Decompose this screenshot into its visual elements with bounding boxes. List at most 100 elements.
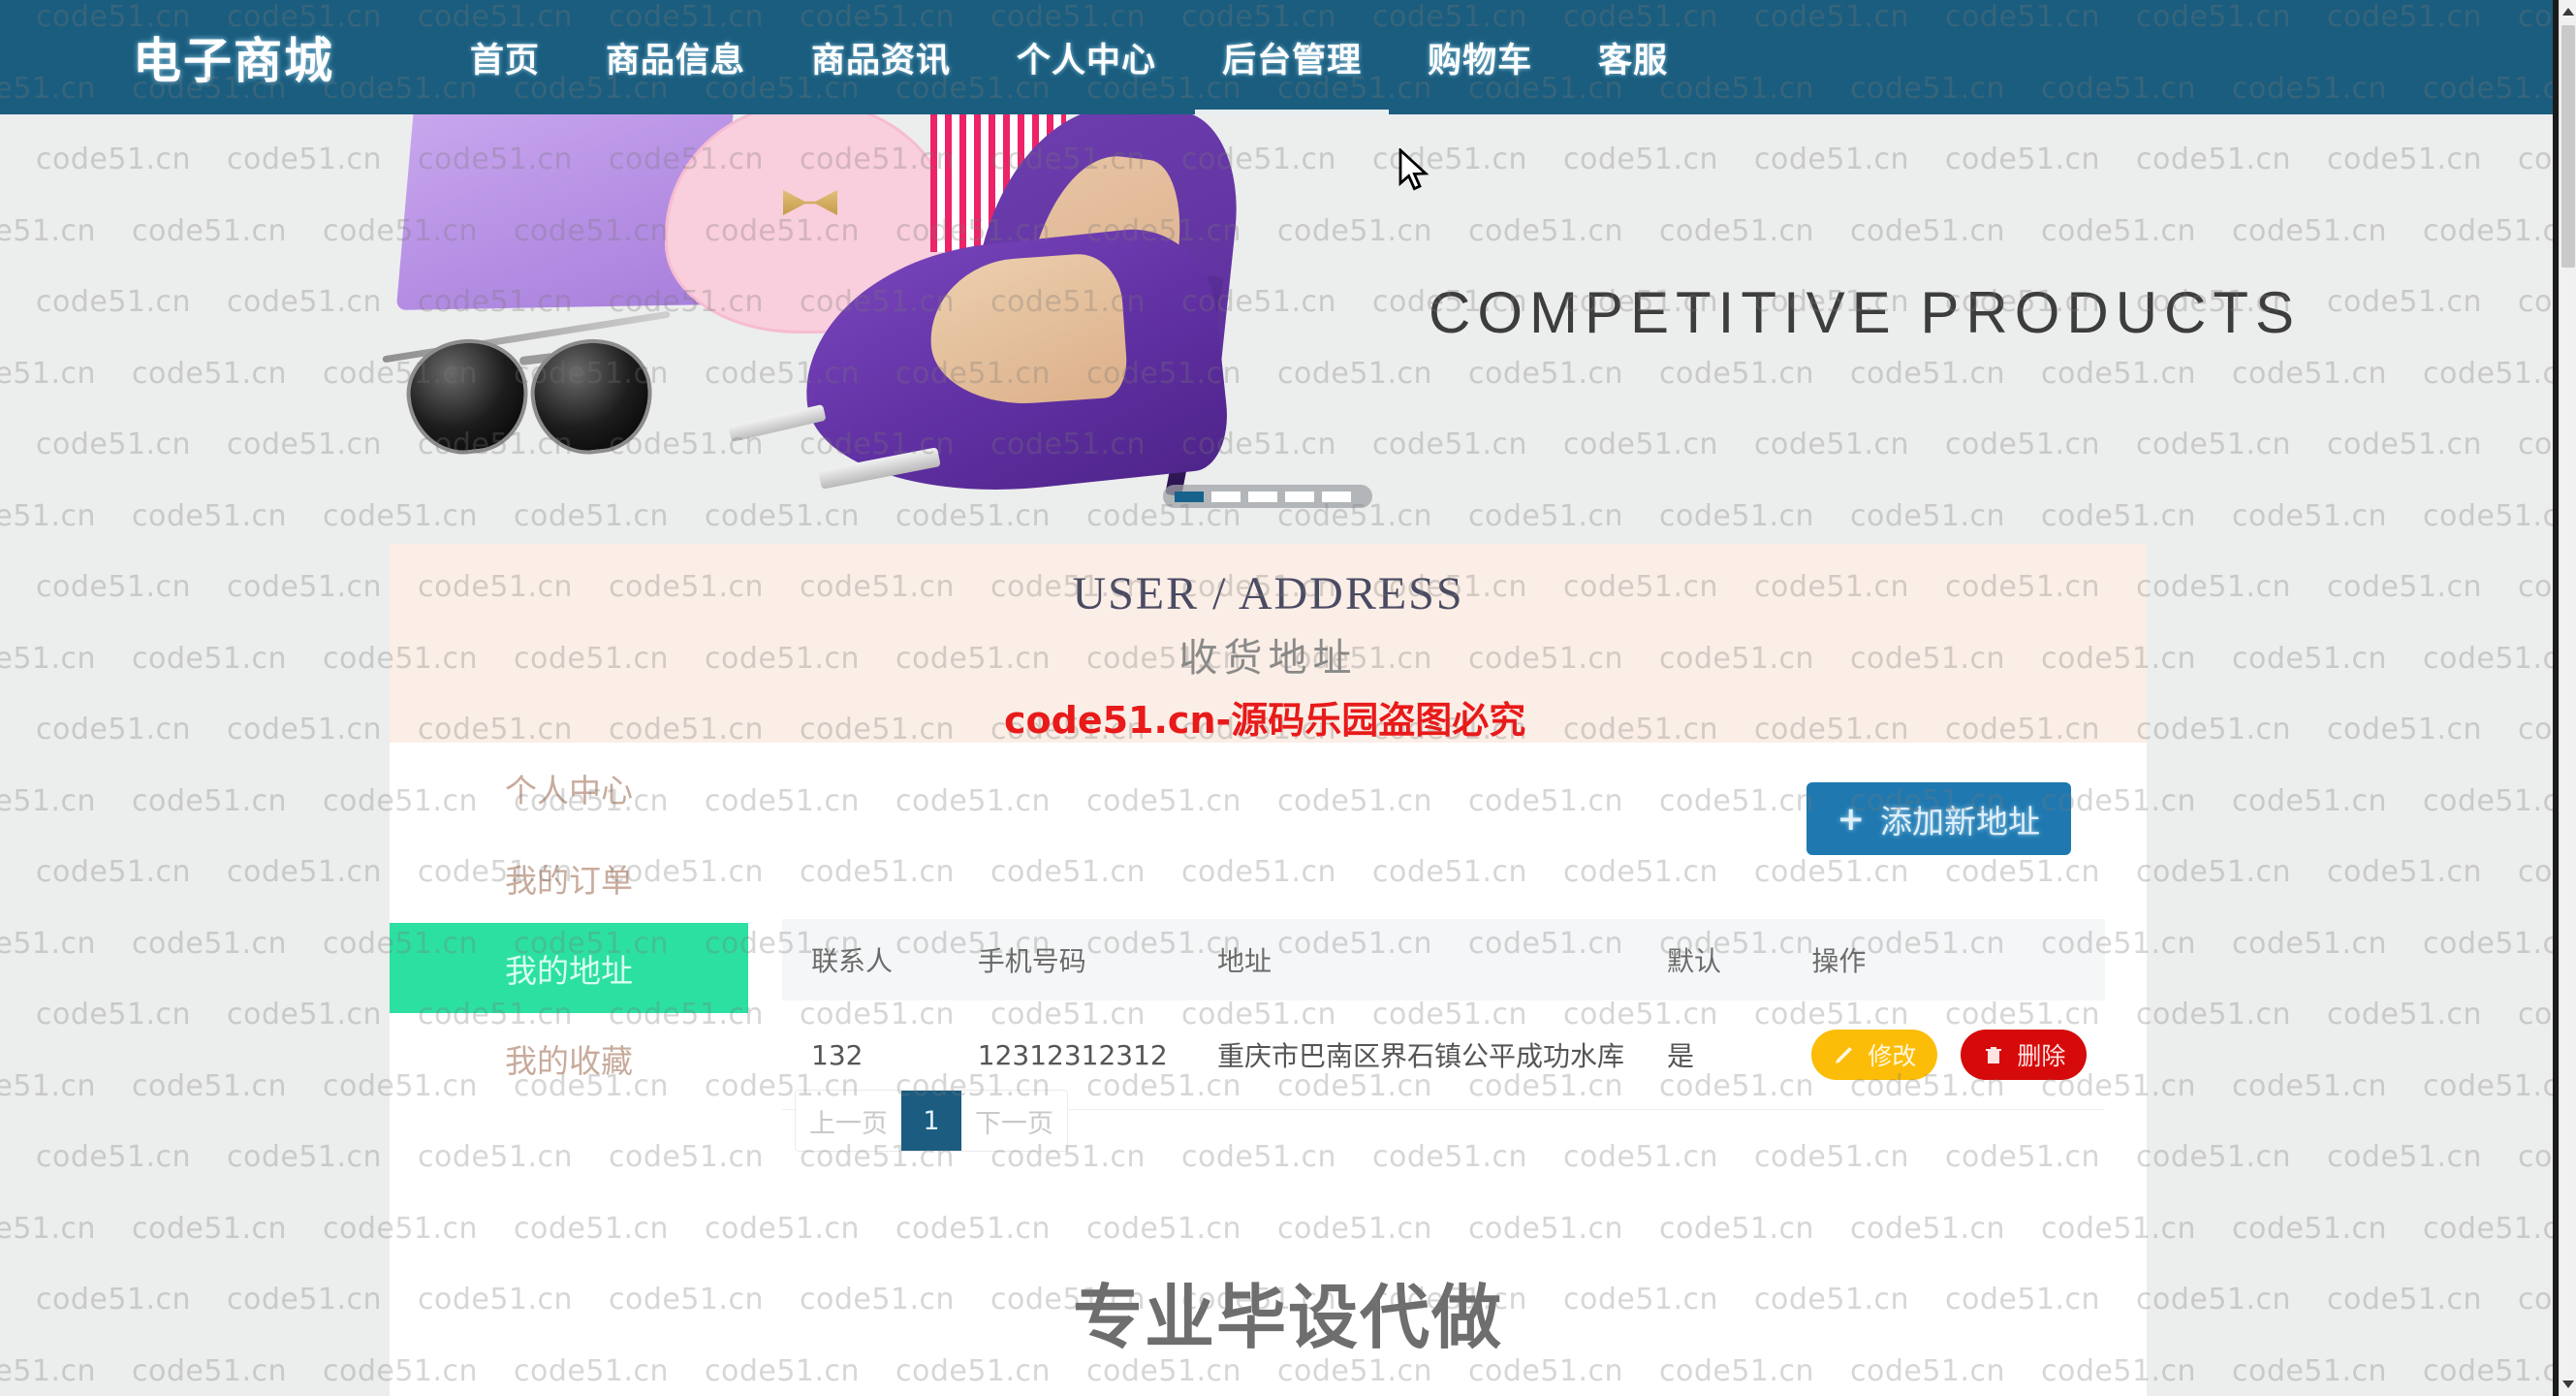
- sidebar-item-3[interactable]: 我的收藏: [390, 1013, 748, 1103]
- cell-actions: 修改 删除: [1811, 1000, 2105, 1110]
- trash-icon: [1986, 1047, 2002, 1063]
- watermark-text: code51.cn: [227, 1140, 382, 1174]
- column-header-actions: 操作: [1811, 919, 2105, 1000]
- mouse-cursor: [1398, 148, 1429, 191]
- column-header-default: 默认: [1667, 919, 1812, 1000]
- nav-item-4[interactable]: 后台管理: [1189, 0, 1395, 114]
- carousel-dot-4[interactable]: [1285, 491, 1314, 502]
- watermark-text: code51.cn: [132, 1212, 287, 1246]
- nav-item-2[interactable]: 商品资讯: [778, 0, 984, 114]
- sidebar-item-2[interactable]: 我的地址: [390, 923, 748, 1013]
- watermark-text: code51.cn: [132, 642, 287, 676]
- vertical-scrollbar[interactable]: [2559, 0, 2576, 1396]
- watermark-text: code51.cn: [2136, 713, 2291, 746]
- carousel-dot-3[interactable]: [1248, 491, 1277, 502]
- pagination-page-1[interactable]: 1: [901, 1091, 961, 1151]
- watermark-text: code51.cn: [2136, 570, 2291, 604]
- pagination[interactable]: 上一页 1 下一页: [795, 1090, 1068, 1152]
- carousel-headline: COMPETITIVE PRODUCTS: [1429, 280, 2302, 345]
- sidebar-item-label: 我的订单: [505, 861, 633, 900]
- scroll-down-arrow-icon[interactable]: [2560, 1375, 2576, 1394]
- watermark-text: code51.cn: [0, 642, 96, 676]
- watermark-text: code51.cn: [132, 1069, 287, 1103]
- carousel-indicators[interactable]: [1163, 485, 1372, 508]
- watermark-text: code51.cn: [2136, 998, 2291, 1031]
- carousel-dot-1[interactable]: [1175, 491, 1204, 502]
- hero-carousel[interactable]: COMPETITIVE PRODUCTS: [0, 114, 2559, 544]
- watermark-text: code51.cn: [0, 1069, 96, 1103]
- delete-address-button[interactable]: 删除: [1961, 1030, 2088, 1080]
- nav-item-label: 商品资讯: [811, 41, 952, 80]
- pagination-prev[interactable]: 上一页: [796, 1091, 901, 1151]
- watermark-text: code51.cn: [2232, 1069, 2387, 1103]
- address-table: 联系人 手机号码 地址 默认 操作 132 12312312312 重庆市巴南区界石…: [782, 919, 2105, 1110]
- nav-item-1[interactable]: 商品信息: [573, 0, 778, 114]
- sunglasses-right-lens: [525, 333, 658, 460]
- nav-item-3[interactable]: 个人中心: [984, 0, 1189, 114]
- sidebar-item-label: 我的地址: [505, 951, 633, 990]
- watermark-text: code51.cn: [2232, 927, 2387, 961]
- cell-default: 是: [1667, 1000, 1812, 1110]
- add-address-button[interactable]: + 添加新地址: [1806, 782, 2071, 855]
- page-title-en: USER / ADDRESS: [1072, 568, 1464, 619]
- column-header-contact: 联系人: [782, 919, 978, 1000]
- column-header-address: 地址: [1216, 919, 1668, 1000]
- watermark-text: code51.cn: [2136, 855, 2291, 889]
- page-title-cn: 收货地址: [1178, 636, 1358, 680]
- table-header-row: 联系人 手机号码 地址 默认 操作: [782, 919, 2105, 1000]
- scroll-up-arrow-icon[interactable]: [2560, 2, 2576, 21]
- watermark-text: code51.cn: [132, 784, 287, 818]
- nav-item-label: 个人中心: [1017, 41, 1157, 80]
- pencil-icon: [1836, 1047, 1853, 1063]
- nav-item-0[interactable]: 首页: [437, 0, 573, 114]
- watermark-text: code51.cn: [2327, 855, 2482, 889]
- scrollbar-thumb[interactable]: [2561, 25, 2575, 268]
- sidebar-item-1[interactable]: 我的订单: [390, 833, 748, 923]
- watermark-text: code51.cn: [2232, 642, 2387, 676]
- watermark-text: code51.cn: [2327, 713, 2482, 746]
- watermark-text: code51.cn: [36, 713, 191, 746]
- edit-label: 修改: [1868, 1042, 1917, 1070]
- user-center-sidebar[interactable]: 个人中心我的订单我的地址我的收藏: [390, 743, 748, 1103]
- watermark-text: code51.cn: [2327, 570, 2482, 604]
- sidebar-item-label: 我的收藏: [505, 1041, 633, 1080]
- nav-item-label: 后台管理: [1222, 41, 1363, 80]
- carousel-slide: COMPETITIVE PRODUCTS: [0, 114, 2559, 544]
- watermark-text: code51.cn: [227, 713, 382, 746]
- nav-item-label: 购物车: [1428, 41, 1533, 80]
- plus-icon: +: [1837, 799, 1866, 839]
- watermark-text: code51.cn: [2232, 784, 2387, 818]
- watermark-text: code51.cn: [132, 927, 287, 961]
- watermark-text: code51.cn: [36, 570, 191, 604]
- watermark-text: code51.cn: [2136, 1140, 2291, 1174]
- top-navigation-bar: 电子商城 首页 商品信息 商品资讯 个人中心 后台管理 购物车 客服: [0, 0, 2559, 114]
- column-header-phone: 手机号码: [977, 919, 1217, 1000]
- watermark-text: code51.cn: [2327, 998, 2482, 1031]
- nav-item-6[interactable]: 客服: [1565, 0, 1701, 114]
- watermark-text: code51.cn: [227, 855, 382, 889]
- row-action-group: 修改 删除: [1811, 1030, 2105, 1080]
- watermark-text: code51.cn: [0, 927, 96, 961]
- toe-cap-back: [728, 403, 827, 443]
- add-address-label: 添加新地址: [1880, 802, 2040, 841]
- watermark-text: code51.cn: [227, 570, 382, 604]
- nav-item-5[interactable]: 购物车: [1395, 0, 1565, 114]
- site-brand[interactable]: 电子商城: [133, 22, 334, 92]
- main-nav-list[interactable]: 首页 商品信息 商品资讯 个人中心 后台管理 购物车 客服: [437, 0, 1701, 114]
- promo-banner-text: 专业毕设代做: [1072, 1277, 1503, 1358]
- nav-item-label: 首页: [470, 41, 541, 80]
- watermark-text: code51.cn: [2232, 1212, 2387, 1246]
- pagination-next[interactable]: 下一页: [961, 1091, 1067, 1151]
- watermark-text: code51.cn: [2327, 1140, 2482, 1174]
- delete-label: 删除: [2017, 1042, 2066, 1070]
- watermark-text: code51.cn: [0, 784, 96, 818]
- watermark-text: code51.cn: [36, 998, 191, 1031]
- watermark-text: code51.cn: [227, 998, 382, 1031]
- carousel-dot-5[interactable]: [1322, 491, 1351, 502]
- sidebar-item-0[interactable]: 个人中心: [390, 743, 748, 833]
- edit-address-button[interactable]: 修改: [1811, 1030, 1938, 1080]
- piracy-notice: code51.cn-源码乐园盗图必究: [1004, 699, 1526, 742]
- watermark-text: code51.cn: [36, 1140, 191, 1174]
- page-root: COMPETITIVE PRODUCTS USER / ADDRESS 收货地址…: [0, 0, 2576, 1396]
- carousel-dot-2[interactable]: [1211, 491, 1241, 502]
